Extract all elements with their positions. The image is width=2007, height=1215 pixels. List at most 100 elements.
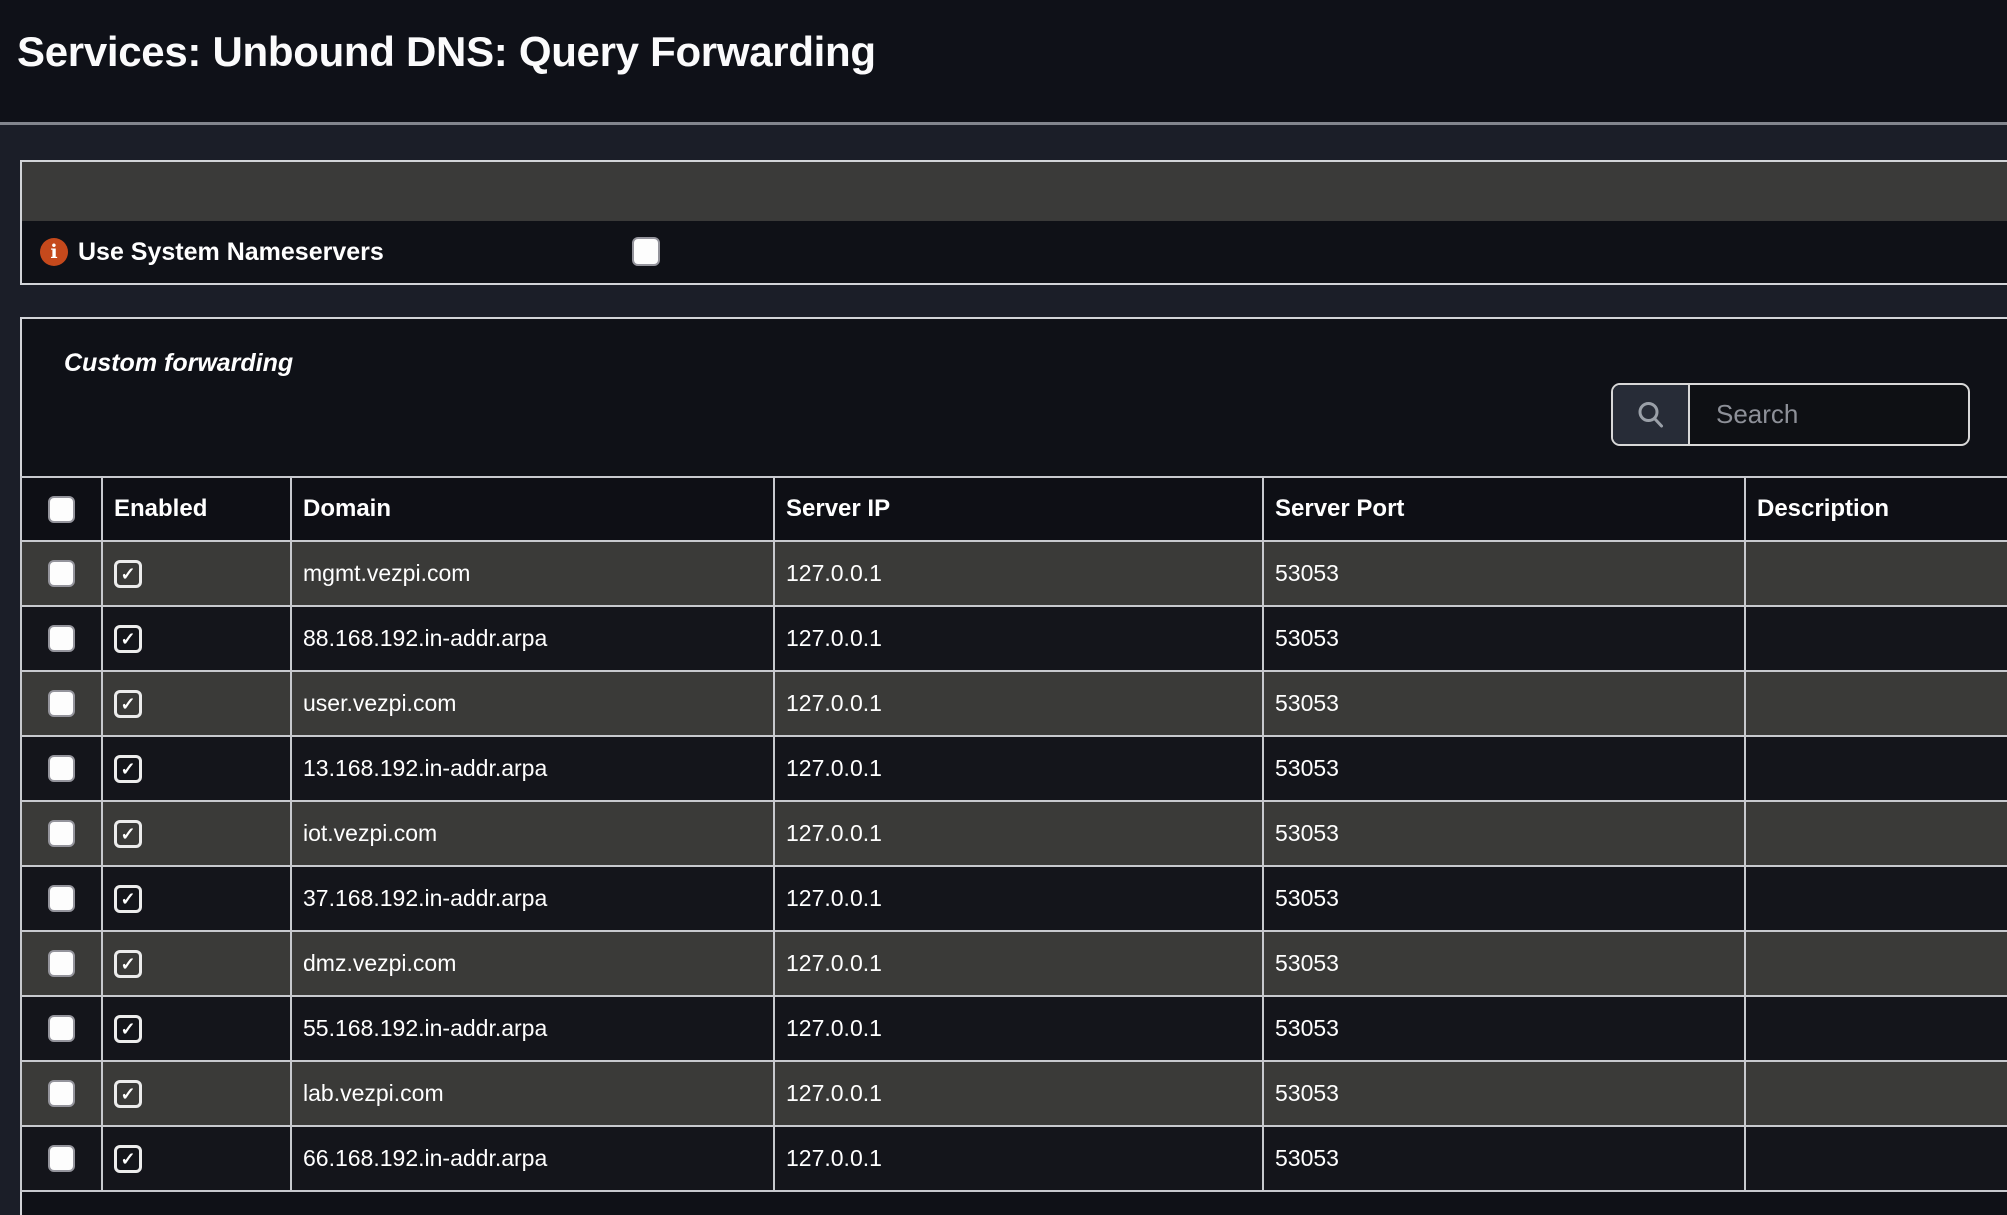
page-title: Services: Unbound DNS: Query Forwarding	[17, 28, 876, 76]
opnsense-page: Services: Unbound DNS: Query Forwarding …	[0, 0, 2007, 1215]
check-icon: ✓	[120, 695, 135, 713]
server-ip-cell: 127.0.0.1	[774, 931, 1263, 996]
server-port-cell: 53053	[1263, 541, 1745, 606]
select-all-checkbox[interactable]	[48, 496, 75, 523]
row-select-checkbox[interactable]	[48, 885, 75, 912]
search-button[interactable]	[1613, 385, 1690, 444]
description-cell	[1745, 801, 2007, 866]
row-select-checkbox[interactable]	[48, 755, 75, 782]
column-header-enabled[interactable]: Enabled	[102, 477, 291, 541]
enabled-checkbox[interactable]: ✓	[114, 690, 142, 718]
enabled-checkbox[interactable]: ✓	[114, 625, 142, 653]
server-port-cell: 53053	[1263, 736, 1745, 801]
domain-cell: lab.vezpi.com	[291, 1061, 774, 1126]
enabled-cell: ✓	[102, 866, 291, 931]
server-port-cell: 53053	[1263, 1061, 1745, 1126]
server-port-cell: 53053	[1263, 606, 1745, 671]
table-row[interactable]: ✓ 37.168.192.in-addr.arpa 127.0.0.1 5305…	[21, 866, 2007, 931]
info-icon-glyph: i	[50, 243, 57, 262]
server-ip-cell: 127.0.0.1	[774, 1126, 1263, 1191]
row-select-checkbox[interactable]	[48, 1015, 75, 1042]
enabled-checkbox[interactable]: ✓	[114, 1080, 142, 1108]
row-select-checkbox[interactable]	[48, 560, 75, 587]
row-select-checkbox[interactable]	[48, 690, 75, 717]
server-port-cell: 53053	[1263, 801, 1745, 866]
domain-cell: mgmt.vezpi.com	[291, 541, 774, 606]
server-ip-cell: 127.0.0.1	[774, 1061, 1263, 1126]
nameservers-panel-toolbar	[22, 162, 2007, 221]
row-select-checkbox[interactable]	[48, 1080, 75, 1107]
table-row[interactable]: ✓ iot.vezpi.com 127.0.0.1 53053	[21, 801, 2007, 866]
server-port-cell: 53053	[1263, 931, 1745, 996]
use-system-nameservers-row: i Use System Nameservers	[22, 221, 2007, 283]
server-port-cell: 53053	[1263, 866, 1745, 931]
domain-cell: iot.vezpi.com	[291, 801, 774, 866]
server-port-cell: 53053	[1263, 671, 1745, 736]
column-header-domain[interactable]: Domain	[291, 477, 774, 541]
table-row[interactable]: ✓ 66.168.192.in-addr.arpa 127.0.0.1 5305…	[21, 1126, 2007, 1191]
row-select-checkbox[interactable]	[48, 820, 75, 847]
description-cell	[1745, 736, 2007, 801]
row-select-checkbox[interactable]	[48, 950, 75, 977]
custom-forwarding-panel: Custom forwarding	[20, 317, 2007, 1215]
server-ip-cell: 127.0.0.1	[774, 541, 1263, 606]
info-icon[interactable]: i	[40, 238, 68, 266]
server-ip-cell: 127.0.0.1	[774, 671, 1263, 736]
domain-cell: 55.168.192.in-addr.arpa	[291, 996, 774, 1061]
description-cell	[1745, 931, 2007, 996]
column-header-server-ip[interactable]: Server IP	[774, 477, 1263, 541]
check-icon: ✓	[120, 955, 135, 973]
table-body: ✓ mgmt.vezpi.com 127.0.0.1 53053 ✓ 88.16…	[21, 541, 2007, 1191]
row-select-checkbox[interactable]	[48, 1145, 75, 1172]
table-row[interactable]: ✓ mgmt.vezpi.com 127.0.0.1 53053	[21, 541, 2007, 606]
enabled-checkbox[interactable]: ✓	[114, 1145, 142, 1173]
enabled-cell: ✓	[102, 801, 291, 866]
server-port-cell: 53053	[1263, 1126, 1745, 1191]
enabled-checkbox[interactable]: ✓	[114, 885, 142, 913]
enabled-cell: ✓	[102, 541, 291, 606]
table-row[interactable]: ✓ user.vezpi.com 127.0.0.1 53053	[21, 671, 2007, 736]
domain-cell: 37.168.192.in-addr.arpa	[291, 866, 774, 931]
enabled-checkbox[interactable]: ✓	[114, 560, 142, 588]
enabled-cell: ✓	[102, 1126, 291, 1191]
table-header: Enabled Domain Server IP Server Port Des…	[21, 477, 2007, 541]
use-system-nameservers-label: Use System Nameservers	[78, 238, 384, 267]
enabled-checkbox[interactable]: ✓	[114, 820, 142, 848]
check-icon: ✓	[120, 630, 135, 648]
check-icon: ✓	[120, 1020, 135, 1038]
server-ip-cell: 127.0.0.1	[774, 606, 1263, 671]
column-header-server-port[interactable]: Server Port	[1263, 477, 1745, 541]
column-header-description[interactable]: Description	[1745, 477, 2007, 541]
description-cell	[1745, 671, 2007, 736]
description-cell	[1745, 541, 2007, 606]
table-row[interactable]: ✓ lab.vezpi.com 127.0.0.1 53053	[21, 1061, 2007, 1126]
custom-forwarding-heading: Custom forwarding	[64, 349, 293, 378]
table-row[interactable]: ✓ 13.168.192.in-addr.arpa 127.0.0.1 5305…	[21, 736, 2007, 801]
enabled-cell: ✓	[102, 931, 291, 996]
use-system-nameservers-checkbox[interactable]	[632, 237, 660, 266]
description-cell	[1745, 866, 2007, 931]
table-row[interactable]: ✓ 88.168.192.in-addr.arpa 127.0.0.1 5305…	[21, 606, 2007, 671]
search-input[interactable]	[1690, 385, 1968, 444]
enabled-checkbox[interactable]: ✓	[114, 1015, 142, 1043]
description-cell	[1745, 606, 2007, 671]
server-ip-cell: 127.0.0.1	[774, 736, 1263, 801]
domain-cell: 88.168.192.in-addr.arpa	[291, 606, 774, 671]
enabled-cell: ✓	[102, 996, 291, 1061]
table-row[interactable]: ✓ dmz.vezpi.com 127.0.0.1 53053	[21, 931, 2007, 996]
enabled-checkbox[interactable]: ✓	[114, 950, 142, 978]
page-header: Services: Unbound DNS: Query Forwarding	[0, 0, 2007, 125]
row-select-checkbox[interactable]	[48, 625, 75, 652]
nameservers-panel: i Use System Nameservers	[20, 160, 2007, 285]
domain-cell: 66.168.192.in-addr.arpa	[291, 1126, 774, 1191]
enabled-cell: ✓	[102, 736, 291, 801]
domain-cell: dmz.vezpi.com	[291, 931, 774, 996]
enabled-checkbox[interactable]: ✓	[114, 755, 142, 783]
check-icon: ✓	[120, 1085, 135, 1103]
check-icon: ✓	[120, 760, 135, 778]
enabled-cell: ✓	[102, 671, 291, 736]
forwarding-table: Enabled Domain Server IP Server Port Des…	[20, 476, 2007, 1192]
search-icon	[1635, 399, 1667, 431]
search-group	[1611, 383, 1970, 446]
table-row[interactable]: ✓ 55.168.192.in-addr.arpa 127.0.0.1 5305…	[21, 996, 2007, 1061]
